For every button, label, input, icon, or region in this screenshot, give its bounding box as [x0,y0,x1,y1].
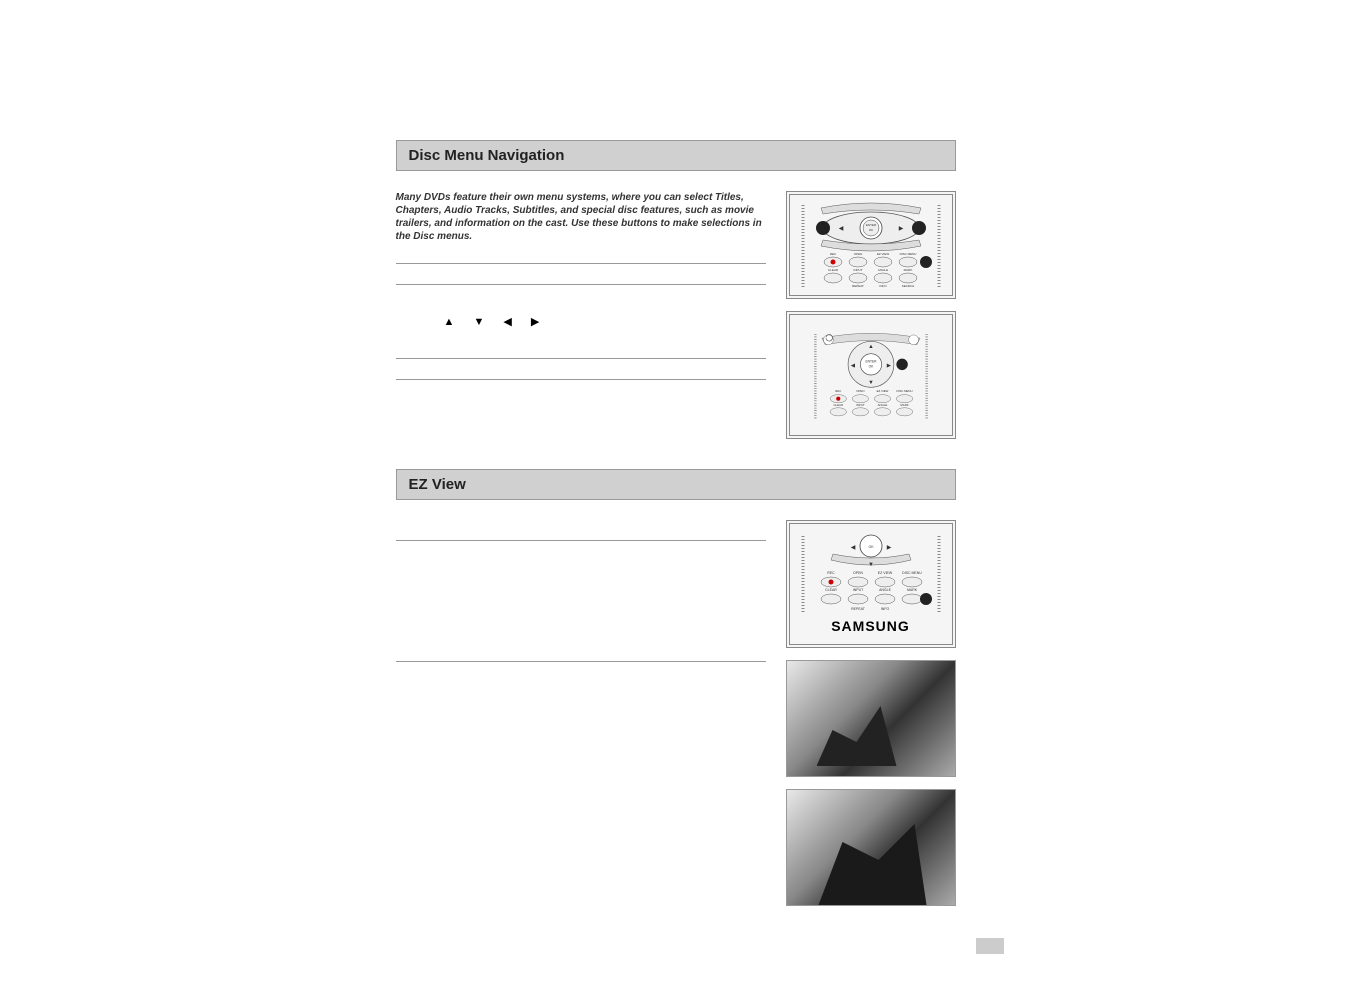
svg-text:CLEAR: CLEAR [825,588,837,592]
svg-text:INPUT: INPUT [853,268,862,272]
svg-text:OPEN: OPEN [853,571,863,575]
samsung-brand-label: SAMSUNG [831,618,910,634]
svg-text:DISC MENU: DISC MENU [896,389,912,393]
svg-text:DISC MENU: DISC MENU [899,252,916,256]
remote-svg-1: ENTER OK ◀ ▶ REC OPEN EZ VI [801,200,941,290]
remote-illustration-1: ENTER OK ◀ ▶ REC OPEN EZ VI [786,191,956,299]
svg-text:INFO: INFO [880,607,889,611]
svg-text:MARK: MARK [900,403,908,407]
svg-text:REC: REC [835,389,841,393]
svg-text:▶: ▶ [886,545,891,551]
ez-view-content: OK ◀ ▶ ▼ REC OPEN EZ VIEW DISC MENU [396,520,956,954]
spacer [396,561,766,641]
remote-illustration-samsung: OK ◀ ▶ ▼ REC OPEN EZ VIEW DISC MENU [786,520,956,648]
svg-text:DISC MENU: DISC MENU [902,571,922,575]
remote-svg-2: ENTER OK ▲ ▼ ◀ ▶ REC OPEN EZ [801,330,941,420]
svg-text:REPEAT: REPEAT [851,607,866,611]
section-header-ez-view: EZ View [396,469,956,500]
enter-label: ENTER [865,223,876,227]
divider [396,661,766,662]
example-photo-widescreen [786,660,956,777]
svg-text:OPEN: OPEN [856,389,864,393]
section-title: EZ View [409,476,466,493]
svg-text:▲: ▲ [868,344,874,350]
left-column: Many DVDs feature their own menu systems… [396,191,766,439]
svg-text:◀: ◀ [838,226,843,232]
section-title: Disc Menu Navigation [409,147,565,164]
arrow-buttons-label: ▲ ▼ ◀ ▶ [396,305,766,338]
svg-text:INPUT: INPUT [852,588,863,592]
svg-text:ANGLE: ANGLE [877,268,887,272]
right-column: OK ◀ ▶ ▼ REC OPEN EZ VIEW DISC MENU [786,520,956,954]
svg-text:CLEAR: CLEAR [833,403,843,407]
svg-text:EZ VIEW: EZ VIEW [877,571,892,575]
svg-text:SEARCH: SEARCH [901,284,914,288]
svg-text:EZ VIEW: EZ VIEW [876,252,889,256]
svg-text:REPEAT: REPEAT [852,284,864,288]
svg-text:REC: REC [827,571,835,575]
svg-text:INPUT: INPUT [856,403,865,407]
svg-text:INFO: INFO [879,284,887,288]
left-column [396,520,766,954]
intro-paragraph: Many DVDs feature their own menu systems… [396,191,766,243]
ok-label: OK [868,228,872,232]
svg-text:REC: REC [829,252,836,256]
svg-text:EZ VIEW: EZ VIEW [876,389,888,393]
section-header-disc-menu: Disc Menu Navigation [396,140,956,171]
svg-text:ANGLE: ANGLE [879,588,892,592]
divider [396,284,766,285]
svg-text:▼: ▼ [868,380,874,386]
svg-text:◀: ◀ [850,363,855,369]
svg-text:▶: ▶ [898,226,903,232]
svg-text:▶: ▶ [886,363,891,369]
divider [396,379,766,380]
svg-text:▼: ▼ [868,562,874,568]
svg-text:◀: ◀ [850,545,855,551]
svg-text:OK: OK [868,545,874,549]
svg-text:ANGLE: ANGLE [877,403,887,407]
example-photo-fullscreen [786,789,956,906]
svg-text:CLEAR: CLEAR [827,268,838,272]
svg-text:ENTER: ENTER [865,360,877,364]
svg-text:MARK: MARK [903,268,912,272]
remote-svg-3: OK ◀ ▶ ▼ REC OPEN EZ VIEW DISC MENU [801,534,941,614]
divider [396,358,766,359]
svg-text:MARK: MARK [906,588,917,592]
svg-text:OK: OK [868,365,874,369]
disc-menu-content: Many DVDs feature their own menu systems… [396,191,956,439]
manual-page: Disc Menu Navigation Many DVDs feature t… [396,140,956,954]
divider [396,540,766,541]
page-number-box [976,938,1004,954]
right-column: ENTER OK ◀ ▶ REC OPEN EZ VI [786,191,956,439]
svg-text:OPEN: OPEN [853,252,862,256]
remote-illustration-2: ENTER OK ▲ ▼ ◀ ▶ REC OPEN EZ [786,311,956,439]
divider [396,263,766,264]
